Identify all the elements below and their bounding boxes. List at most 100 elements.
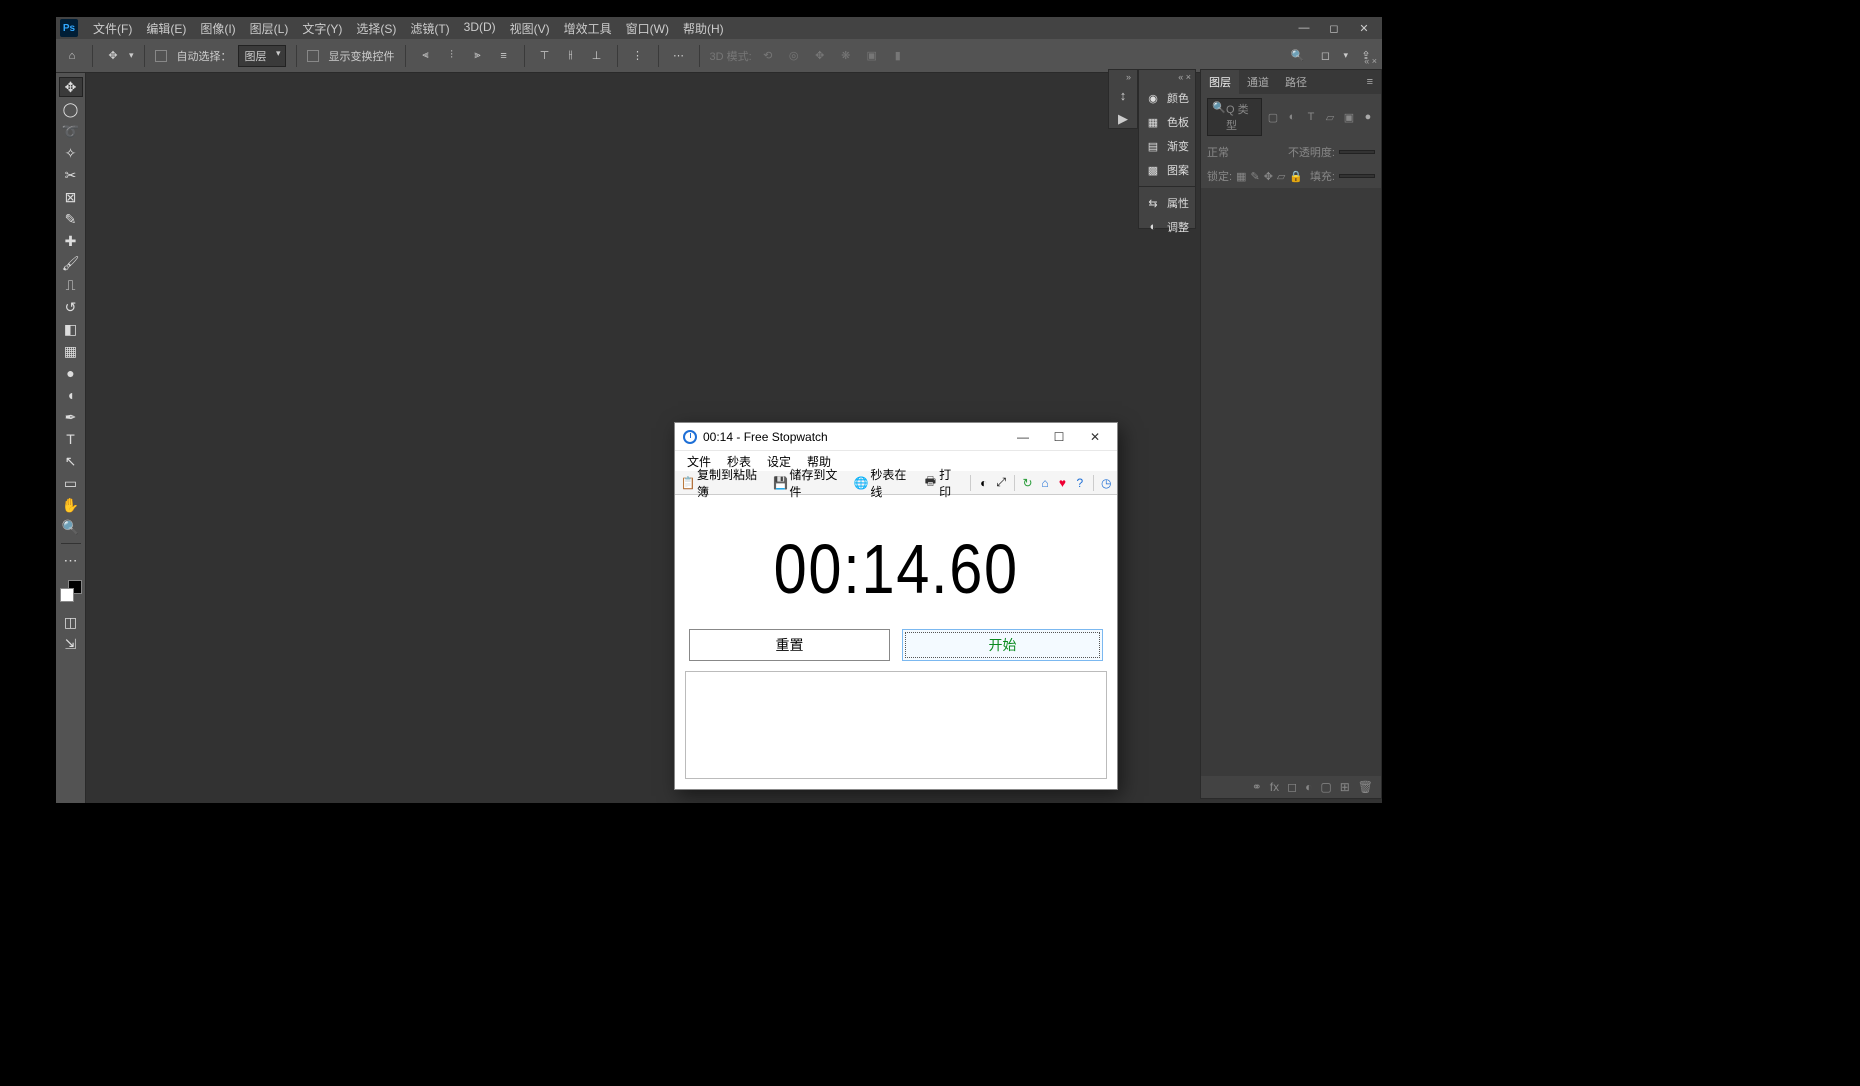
menu-编辑[interactable]: 编辑(E) <box>139 17 193 40</box>
filter-toggle-icon[interactable]: ● <box>1361 111 1375 124</box>
filter-adjust-icon[interactable]: ◐ <box>1285 111 1299 124</box>
refresh-icon[interactable]: ↻ <box>1021 476 1034 490</box>
gradient-tool[interactable]: ▦ <box>59 341 83 361</box>
distribute-v-icon[interactable]: ⋮ <box>628 46 648 66</box>
lock-move-icon[interactable]: ✥ <box>1264 170 1273 183</box>
opacity-value[interactable] <box>1339 150 1375 154</box>
lock-artboard-icon[interactable]: ▱ <box>1277 170 1285 183</box>
marquee-tool[interactable]: ◯ <box>59 99 83 119</box>
laps-list[interactable] <box>685 671 1107 779</box>
color-swatch[interactable] <box>60 580 82 602</box>
new-layer-icon[interactable]: ⊞ <box>1340 780 1350 794</box>
foreground-color[interactable] <box>60 588 74 602</box>
panel-图案[interactable]: ▩图案 <box>1139 158 1195 182</box>
menu-选择[interactable]: 选择(S) <box>349 17 403 40</box>
blend-mode[interactable]: 正常 <box>1207 144 1229 160</box>
filter-image-icon[interactable]: ▢ <box>1266 111 1280 124</box>
menu-文件[interactable]: 文件(F) <box>86 17 139 40</box>
filter-smart-icon[interactable]: ▣ <box>1342 111 1356 124</box>
panel-色板[interactable]: ▦色板 <box>1139 110 1195 134</box>
menu-文字[interactable]: 文字(Y) <box>295 17 349 40</box>
align-left-icon[interactable]: ⫷ <box>416 46 436 66</box>
screenmode-tool[interactable]: ⇲ <box>59 634 83 654</box>
blur-tool[interactable]: ● <box>59 363 83 383</box>
eyedropper-tool[interactable]: ✎ <box>59 209 83 229</box>
quickmask-tool[interactable]: ◫ <box>59 612 83 632</box>
menu-窗口[interactable]: 窗口(W) <box>619 17 676 40</box>
menu-滤镜[interactable]: 滤镜(T) <box>403 17 456 40</box>
frame-tool[interactable]: ⊠ <box>59 187 83 207</box>
filter-shape-icon[interactable]: ▱ <box>1323 111 1337 124</box>
close-button[interactable]: ✕ <box>1350 18 1378 38</box>
show-transform-checkbox[interactable] <box>307 50 319 62</box>
shape-tool[interactable]: ▭ <box>59 473 83 493</box>
start-button[interactable]: 开始 <box>902 629 1103 661</box>
fx-icon[interactable]: fx <box>1270 780 1279 794</box>
eraser-tool[interactable]: ◧ <box>59 319 83 339</box>
panel-调整[interactable]: ◐调整 <box>1139 215 1195 239</box>
crop-tool[interactable]: ✂ <box>59 165 83 185</box>
home-icon[interactable]: ⌂ <box>1038 476 1051 490</box>
path-tool[interactable]: ↖ <box>59 451 83 471</box>
menu-帮助[interactable]: 帮助(H) <box>676 17 731 40</box>
collapse-icon[interactable]: « × <box>1178 72 1191 82</box>
sw-titlebar[interactable]: 00:14 - Free Stopwatch — ☐ ✕ <box>675 423 1117 451</box>
history-brush-tool[interactable]: ↺ <box>59 297 83 317</box>
lasso-tool[interactable]: ➰ <box>59 121 83 141</box>
close-button[interactable]: ✕ <box>1077 424 1113 450</box>
layer-kind-filter[interactable]: 🔍Q 类型 <box>1207 98 1262 136</box>
expand-icon[interactable]: ⤢ <box>994 476 1007 490</box>
align-top-icon[interactable]: ⊤ <box>535 46 555 66</box>
collapse-icon[interactable]: » <box>1126 72 1131 82</box>
menu-3D[interactable]: 3D(D) <box>457 17 503 40</box>
dodge-tool[interactable]: ◖ <box>59 385 83 405</box>
pen-tool[interactable]: ✒ <box>59 407 83 427</box>
auto-select-checkbox[interactable] <box>155 50 167 62</box>
delete-icon[interactable]: 🗑 <box>1358 780 1373 794</box>
collapse-icon[interactable]: « × <box>1364 56 1377 66</box>
minimize-button[interactable]: — <box>1290 18 1318 38</box>
type-tool[interactable]: T <box>59 429 83 449</box>
align-right-icon[interactable]: ⫸ <box>468 46 488 66</box>
maximize-button[interactable]: ◻ <box>1320 18 1348 38</box>
minimize-button[interactable]: — <box>1005 424 1041 450</box>
reset-button[interactable]: 重置 <box>689 629 890 661</box>
tab-图层[interactable]: 图层 <box>1201 70 1239 94</box>
home-icon[interactable]: ⌂ <box>62 46 82 66</box>
layers-list[interactable] <box>1201 188 1381 776</box>
move-tool-icon[interactable]: ✥ <box>103 46 123 66</box>
distribute-icon[interactable]: ≡ <box>494 46 514 66</box>
lock-all-icon[interactable]: 🔒 <box>1289 170 1303 183</box>
hand-tool[interactable]: ✋ <box>59 495 83 515</box>
actions-icon[interactable]: ▶ <box>1114 111 1132 127</box>
help-icon[interactable]: ? <box>1073 476 1086 490</box>
history-icon[interactable]: ↕ <box>1114 88 1132 103</box>
align-bottom-icon[interactable]: ⊥ <box>587 46 607 66</box>
heart-icon[interactable]: ♥ <box>1056 476 1069 490</box>
filter-type-icon[interactable]: T <box>1304 111 1318 124</box>
tab-路径[interactable]: 路径 <box>1277 70 1315 94</box>
align-middle-icon[interactable]: ⫲ <box>561 46 581 66</box>
adjustment-icon[interactable]: ◐ <box>1305 780 1312 794</box>
lock-position-icon[interactable]: ✎ <box>1250 170 1259 183</box>
mask-icon[interactable]: ◻ <box>1287 780 1297 794</box>
heal-tool[interactable]: ✚ <box>59 231 83 251</box>
align-center-h-icon[interactable]: ⫶ <box>442 46 462 66</box>
tab-通道[interactable]: 通道 <box>1239 70 1277 94</box>
zoom-tool[interactable]: 🔍 <box>59 517 83 537</box>
layer-select[interactable]: 图层 <box>238 45 286 67</box>
clock-icon[interactable]: ◷ <box>1100 476 1113 490</box>
workspace-icon[interactable]: ◻ <box>1315 46 1335 66</box>
panel-渐变[interactable]: ▤渐变 <box>1139 134 1195 158</box>
wand-tool[interactable]: ✧ <box>59 143 83 163</box>
search-icon[interactable]: 🔍 <box>1287 46 1307 66</box>
contrast-icon[interactable]: ◐ <box>977 476 990 490</box>
menu-图像[interactable]: 图像(I) <box>193 17 242 40</box>
move-tool[interactable]: ✥ <box>59 77 83 97</box>
fill-value[interactable] <box>1339 174 1375 178</box>
group-icon[interactable]: ▢ <box>1320 780 1331 794</box>
menu-图层[interactable]: 图层(L) <box>243 17 296 40</box>
edit-toolbar[interactable]: ⋯ <box>59 550 83 570</box>
menu-增效工具[interactable]: 增效工具 <box>557 17 619 40</box>
maximize-button[interactable]: ☐ <box>1041 424 1077 450</box>
